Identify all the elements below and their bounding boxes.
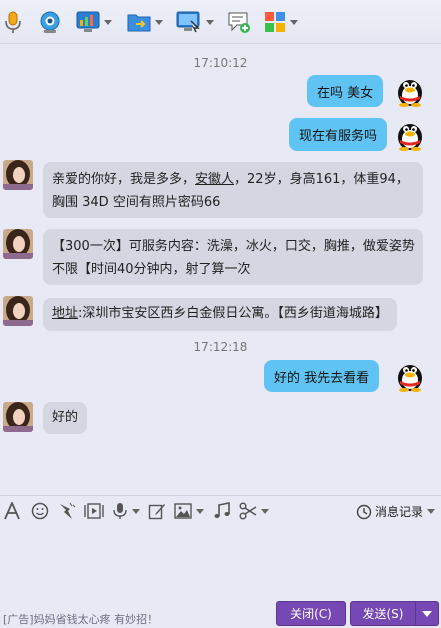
history-label: 消息记录 [374, 505, 423, 519]
voice-icon[interactable] [112, 502, 140, 520]
incoming-message[interactable]: 亲爱的你好，我是多多，安徽人，22岁，身高161，体重94， 胸围 34D 空间… [43, 162, 423, 218]
add-app-icon[interactable] [227, 9, 251, 35]
message-text: 亲爱的你好，我是多多， [52, 172, 196, 187]
contact-avatar[interactable] [3, 296, 33, 326]
image-icon[interactable] [174, 502, 204, 520]
video-icon[interactable] [84, 502, 104, 520]
chevron-down-icon [422, 610, 432, 617]
message-line: 不限【时间40分钟内，射了算一次 [52, 262, 251, 277]
close-button[interactable]: 关闭(C) [276, 601, 346, 626]
timestamp: 17:10:12 [193, 56, 248, 70]
location-link[interactable]: 安徽人 [195, 172, 234, 187]
address-link[interactable]: 地址 [52, 306, 78, 321]
outgoing-message[interactable]: 在吗 美女 [307, 75, 384, 107]
chevron-down-icon [427, 509, 435, 514]
outgoing-message[interactable]: 现在有服务吗 [289, 118, 388, 151]
scissors-icon[interactable] [239, 502, 269, 520]
message-text: ，22岁，身高161，体重94， [234, 172, 409, 187]
shake-icon[interactable] [58, 502, 76, 520]
emoji-icon[interactable] [31, 502, 49, 520]
message-line: 【300一次】可服务内容：洗澡，冰火，口交，胸推，做爱姿势 [52, 239, 415, 254]
message-line: 亲爱的你好，我是多多，安徽人，22岁，身高161，体重94， [52, 168, 414, 191]
message-history-button[interactable]: 消息记录 [356, 503, 435, 520]
message-line: 胸围 34D 空间有照片密码66 [52, 195, 221, 210]
music-icon[interactable] [213, 502, 231, 520]
chat-history: 17:10:12 在吗 美女 现在有服务吗 亲爱的你好，我是多多，安徽人，22岁… [0, 45, 441, 495]
contact-avatar[interactable] [3, 402, 33, 432]
webcam-icon[interactable] [38, 9, 62, 35]
contact-avatar[interactable] [3, 229, 33, 259]
clock-icon [356, 504, 372, 519]
send-button[interactable]: 发送(S) [350, 601, 416, 626]
timestamp: 17:12:18 [193, 340, 248, 354]
contact-avatar[interactable] [3, 160, 33, 190]
font-icon[interactable] [4, 502, 20, 520]
edit-icon[interactable] [148, 502, 166, 520]
screen-share-icon[interactable] [76, 9, 112, 35]
outgoing-message[interactable]: 好的 我先去看看 [264, 360, 380, 392]
ad-link[interactable]: [广告]妈妈省钱太心疼 有妙招！ [3, 611, 158, 627]
penguin-avatar-icon[interactable] [395, 358, 425, 392]
top-toolbar [0, 0, 441, 44]
microphone-icon[interactable] [4, 9, 22, 35]
message-text: :深圳市宝安区西乡白金假日公寓。【西乡街道海城路】 [78, 306, 388, 321]
remote-desktop-icon[interactable] [176, 9, 214, 35]
incoming-message[interactable]: 【300一次】可服务内容：洗澡，冰火，口交，胸推，做爱姿势 不限【时间40分钟内… [43, 229, 423, 285]
incoming-message[interactable]: 好的 [43, 402, 88, 434]
incoming-message[interactable]: 地址:深圳市宝安区西乡白金假日公寓。【西乡街道海城路】 [43, 298, 397, 331]
message-input[interactable] [0, 526, 441, 596]
send-options-button[interactable] [415, 601, 439, 626]
apps-icon[interactable] [264, 9, 298, 35]
send-file-icon[interactable] [127, 9, 163, 35]
penguin-avatar-icon[interactable] [395, 117, 425, 151]
penguin-avatar-icon[interactable] [395, 73, 425, 107]
